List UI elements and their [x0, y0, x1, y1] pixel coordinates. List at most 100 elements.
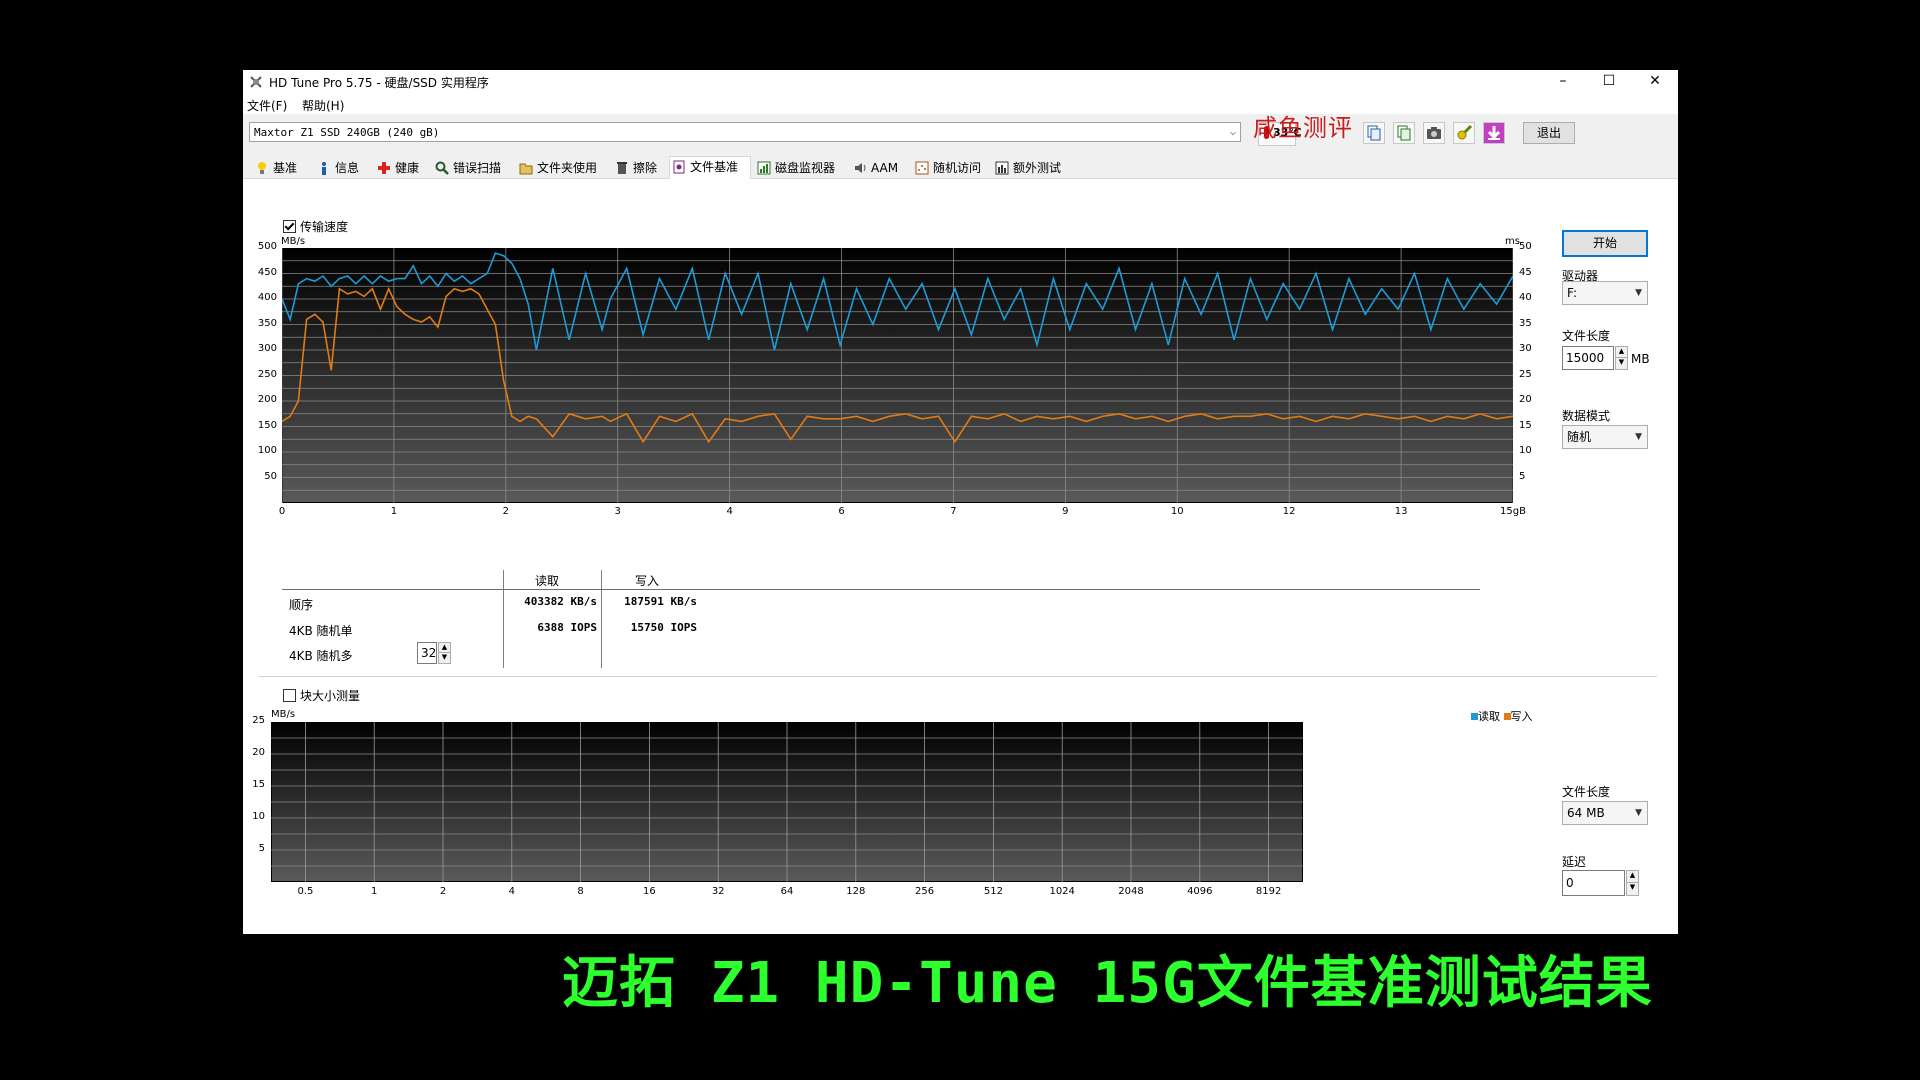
- data-mode-select[interactable]: 随机 ▼: [1562, 425, 1648, 449]
- chevron-down-icon: ▼: [1635, 432, 1642, 442]
- tab-aam[interactable]: AAM: [851, 158, 915, 178]
- block-file-length-value: 64 MB: [1567, 806, 1605, 820]
- x-tick-label: 256: [915, 886, 935, 897]
- block-file-length-select[interactable]: 64 MB ▼: [1562, 801, 1648, 825]
- tab-label: 随机访问: [933, 161, 982, 175]
- tab-erase[interactable]: 擦除: [613, 158, 677, 178]
- delay-stepper[interactable]: ▲ ▼: [1626, 870, 1639, 896]
- tab-error-scan[interactable]: 错误扫描: [433, 158, 521, 178]
- down-arrow-icon[interactable]: ▼: [1627, 883, 1638, 895]
- erase-icon: [617, 162, 627, 174]
- tab-random-access[interactable]: 随机访问: [913, 158, 995, 178]
- drive-select-value: Maxtor Z1 SSD 240GB (240 gB): [254, 126, 440, 139]
- up-arrow-icon[interactable]: ▲: [1616, 347, 1627, 358]
- video-caption: 迈拓 Z1 HD-Tune 15G文件基准测试结果: [562, 951, 1653, 1016]
- chevron-down-icon: ⌵: [1229, 127, 1236, 138]
- tab-label: AAM: [871, 161, 899, 175]
- minimize-button[interactable]: –: [1540, 70, 1586, 94]
- tab-bar: 基准 信息 健康 错误扫描 文件夹使用 擦除 文件基准 磁盘监视器 AAM 随机…: [243, 156, 1678, 180]
- x-tick-label: 8192: [1255, 886, 1282, 897]
- y-tick-label: 25: [252, 715, 265, 726]
- tab-file-benchmark[interactable]: 文件基准: [669, 156, 751, 180]
- x-tick-label: 64: [780, 886, 794, 897]
- x-tick-label: 2: [439, 886, 447, 897]
- tab-label: 错误扫描: [453, 161, 502, 175]
- tab-label: 文件夹使用: [537, 161, 598, 175]
- chevron-down-icon: ▼: [1635, 808, 1642, 818]
- app-icon: [250, 76, 262, 88]
- x-tick-label: 16: [643, 886, 656, 897]
- hdtune-window: HD Tune Pro 5.75 - 硬盘/SSD 实用程序 – ☐ ✕ 文件(…: [243, 70, 1678, 934]
- tab-benchmark[interactable]: 基准: [253, 158, 315, 178]
- data-mode-value: 随机: [1567, 430, 1592, 444]
- legend-read-label: 读取: [1478, 710, 1500, 723]
- folder-icon: [519, 163, 533, 175]
- tab-label: 健康: [395, 161, 420, 175]
- x-tick-label: 1024: [1049, 886, 1075, 897]
- legend-write-label: 写入: [1510, 710, 1533, 723]
- tab-label: 信息: [335, 161, 360, 175]
- info-icon: [322, 162, 326, 175]
- y-tick-label: 5: [258, 843, 265, 854]
- tab-info[interactable]: 信息: [315, 158, 377, 178]
- x-tick-label: 8: [577, 886, 584, 897]
- menu-file[interactable]: 文件(F): [247, 97, 287, 114]
- block-chart-plot: [271, 722, 1303, 882]
- x-tick-label: 4096: [1187, 886, 1213, 897]
- copy-text-icon[interactable]: [1363, 122, 1385, 144]
- tab-health[interactable]: 健康: [375, 158, 437, 178]
- exit-button[interactable]: 退出: [1523, 122, 1575, 144]
- drive-select[interactable]: Maxtor Z1 SSD 240GB (240 gB) ⌵: [249, 122, 1241, 142]
- block-legend: 读取 写入: [1471, 708, 1533, 724]
- window-title: HD Tune Pro 5.75 - 硬盘/SSD 实用程序: [269, 76, 489, 90]
- file-length-input[interactable]: 15000: [1562, 346, 1614, 370]
- x-tick-label: 0.5: [297, 886, 314, 897]
- tab-label: 文件基准: [690, 160, 739, 174]
- file-length-label: 文件长度: [1562, 329, 1611, 343]
- file-length-value: 15000: [1566, 351, 1605, 365]
- x-tick-label: 1: [371, 886, 378, 897]
- file-benchmark-panel: 传输速度 MB/s ms 50 100 150 200 250 300 350 400 450 5…: [249, 179, 1672, 934]
- tab-disk-monitor[interactable]: 磁盘监视器: [755, 158, 859, 178]
- health-icon: [378, 162, 390, 174]
- block-file-length-label: 文件长度: [1562, 785, 1611, 799]
- camera-icon[interactable]: [1423, 122, 1445, 144]
- down-arrow-icon[interactable]: ▼: [1616, 358, 1627, 369]
- block-chart: MB/s 读取 写入 5 10 15 20 25 0.5 1 2 4 8 16 32 64 128 256…: [249, 179, 1549, 939]
- copy-screen-icon[interactable]: [1393, 122, 1415, 144]
- file-length-stepper[interactable]: ▲ ▼: [1615, 346, 1628, 370]
- speaker-icon: [855, 163, 866, 173]
- tab-extra-tests[interactable]: 额外测试: [993, 158, 1075, 178]
- extra-tests-icon: [995, 161, 1009, 175]
- y-tick-label: 20: [252, 747, 265, 758]
- legend-write-swatch: [1503, 713, 1511, 720]
- legend-read-swatch: [1471, 713, 1478, 720]
- save-icon[interactable]: [1483, 122, 1505, 144]
- y-tick-label: 10: [252, 811, 265, 822]
- watermark-text: 咸鱼测评: [1253, 114, 1353, 142]
- options-icon[interactable]: [1453, 122, 1475, 144]
- tab-label: 基准: [273, 161, 298, 175]
- menu-help[interactable]: 帮助(H): [302, 97, 344, 114]
- data-mode-label: 数据模式: [1562, 409, 1611, 423]
- maximize-button[interactable]: ☐: [1586, 70, 1632, 94]
- menu-bar: 文件(F) 帮助(H): [243, 94, 1678, 114]
- close-button[interactable]: ✕: [1632, 70, 1678, 94]
- tab-label: 额外测试: [1013, 161, 1062, 175]
- start-button[interactable]: 开始: [1562, 230, 1648, 257]
- delay-value: 0: [1566, 876, 1574, 890]
- delay-label: 延迟: [1562, 855, 1587, 869]
- y-tick-label: 15: [252, 779, 265, 790]
- drive-letter-value: F:: [1567, 286, 1578, 300]
- tab-label: 擦除: [633, 161, 658, 175]
- x-tick-label: 2048: [1118, 886, 1144, 897]
- tab-folder-usage[interactable]: 文件夹使用: [517, 158, 619, 178]
- benchmark-icon: [258, 162, 266, 174]
- drive-letter-select[interactable]: F: ▼: [1562, 281, 1648, 305]
- delay-input[interactable]: 0: [1562, 870, 1625, 896]
- file-length-unit: MB: [1631, 352, 1650, 366]
- x-tick-label: 32: [711, 886, 725, 897]
- file-benchmark-icon: [673, 160, 685, 174]
- random-access-icon: [915, 161, 929, 175]
- up-arrow-icon[interactable]: ▲: [1627, 871, 1638, 883]
